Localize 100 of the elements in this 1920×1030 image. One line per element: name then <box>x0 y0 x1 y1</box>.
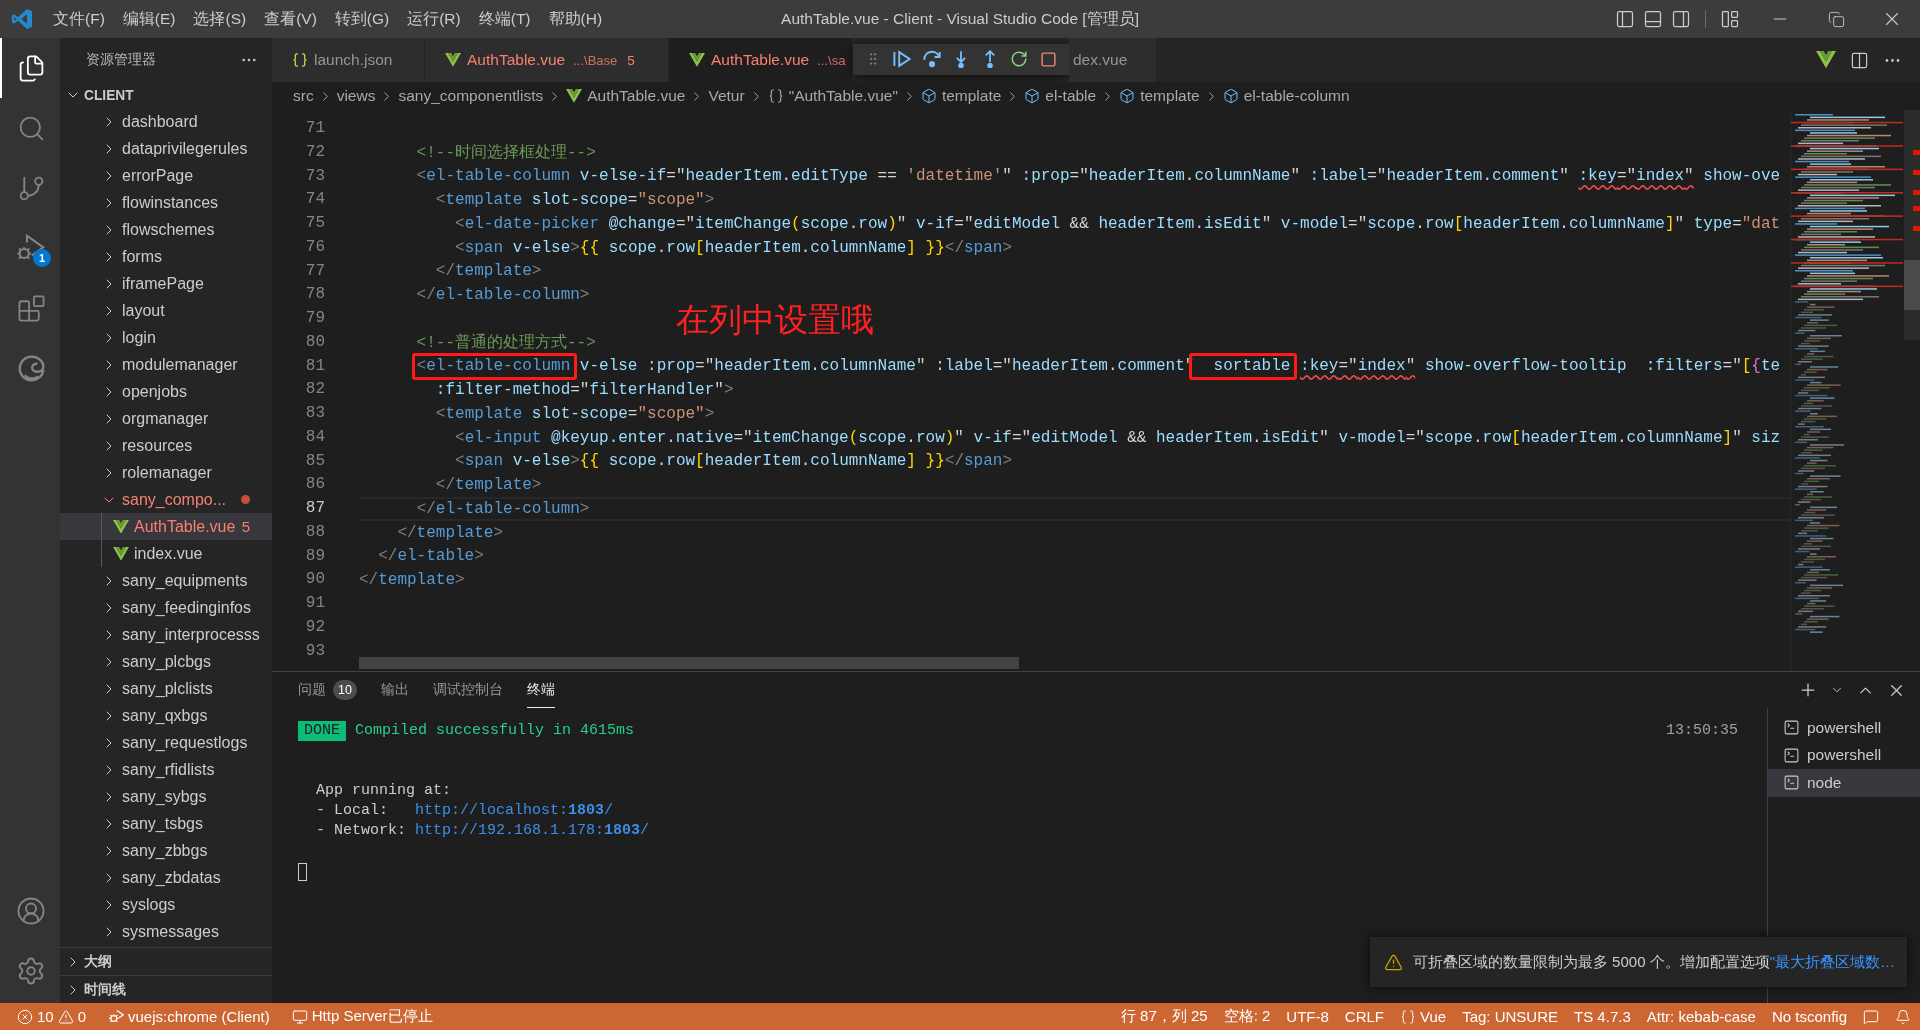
tree-item[interactable]: sany_tsbgs <box>60 810 272 837</box>
left-panel-icon[interactable] <box>1615 9 1635 29</box>
panel-tab[interactable]: 终端 <box>526 672 555 708</box>
line-number: 73 <box>304 165 325 187</box>
tree-item[interactable]: dataprivilegerules <box>60 135 272 162</box>
tree-item[interactable]: orgmanager <box>60 405 272 432</box>
editor-tab[interactable]: AuthTable.vue ...\sa <box>669 38 853 82</box>
line-number: 85 <box>304 450 325 472</box>
tree-item[interactable]: sysmessages <box>60 918 272 945</box>
panel-tab[interactable]: 问题 10 <box>298 672 357 708</box>
tree-item[interactable]: modulemanager <box>60 351 272 378</box>
chat-icon[interactable] <box>1863 1008 1879 1025</box>
menu-item[interactable]: 转到(G) <box>325 0 399 38</box>
editor-tab[interactable]: launch.json <box>272 38 425 82</box>
app-logo-icon[interactable] <box>11 8 33 30</box>
breadcrumb-item[interactable]: AuthTable.vue <box>566 87 686 105</box>
breadcrumb-item[interactable]: Vetur <box>708 87 745 105</box>
tree-item[interactable]: sany_equipments <box>60 567 272 594</box>
v-logo-icon <box>566 89 583 103</box>
restore-icon[interactable] <box>1827 10 1845 28</box>
tree-item[interactable]: sany_interprocesss <box>60 621 272 648</box>
tree-item[interactable]: errorPage <box>60 162 272 189</box>
status-bar-item[interactable]: No tsconfig <box>1766 1003 1852 1030</box>
square-icon[interactable] <box>1039 50 1057 68</box>
line-number: 77 <box>304 260 325 282</box>
breadcrumb-item[interactable]: template <box>1119 87 1200 105</box>
bottom-panel-icon[interactable] <box>1643 9 1663 29</box>
v-logo-icon[interactable] <box>1816 51 1836 69</box>
grid-layout-icon[interactable] <box>1720 9 1740 29</box>
menu-item[interactable]: 选择(S) <box>184 0 256 38</box>
breadcrumb-item[interactable]: template <box>920 87 1002 105</box>
activity-bar-item[interactable]: 1 <box>0 218 60 278</box>
breadcrumb-item[interactable]: el-table <box>1024 87 1097 105</box>
status-bar-item[interactable]: CRLF <box>1339 1003 1390 1030</box>
section-header[interactable]: CLIENT <box>60 82 272 108</box>
curved-arrow-dot-icon[interactable] <box>923 50 942 68</box>
problems-status[interactable]: 10 0 <box>12 1003 92 1030</box>
tree-item[interactable]: sany_plcbgs <box>60 648 272 675</box>
menu-item[interactable]: 查看(V) <box>255 0 326 38</box>
menu-item[interactable]: 帮助(H) <box>539 0 612 38</box>
code-line: <el-input @keyup.enter.native="itemChange(scope.row)" v-if="editModel && headerItem.isEdit" v-model="scope.row[headerItem.columnName]" siz <box>455 428 1781 447</box>
circular-arrow-icon[interactable] <box>1009 50 1028 68</box>
horizontal-scrollbar[interactable] <box>359 657 1019 669</box>
tree-item[interactable]: sany_requestlogs <box>60 729 272 756</box>
status-bar-item[interactable]: Vue <box>1395 1003 1452 1030</box>
tree-item[interactable]: dashboard <box>60 108 272 135</box>
breadcrumb-item[interactable]: sany_componentlists <box>398 87 544 105</box>
terminal-list-item[interactable]: powershell <box>1768 714 1920 742</box>
status-bar-item[interactable]: TS 4.7.3 <box>1569 1003 1636 1030</box>
tree-item[interactable]: sany_plclists <box>60 675 272 702</box>
tree-item[interactable]: AuthTable.vue 5 <box>60 513 272 540</box>
tree-item[interactable]: layout <box>60 297 272 324</box>
breadcrumb-item[interactable]: views <box>336 87 376 105</box>
status-bar-item[interactable]: Http Server已停止 <box>286 1003 438 1030</box>
status-bar-item[interactable]: 空格: 2 <box>1218 1003 1276 1030</box>
menu-item[interactable]: 运行(R) <box>398 0 470 38</box>
status-bar-item[interactable]: UTF-8 <box>1281 1003 1334 1030</box>
menu-item[interactable]: 文件(F) <box>44 0 114 38</box>
tree-item[interactable]: forms <box>60 243 272 270</box>
line-number: 91 <box>304 593 325 614</box>
panel-tab[interactable]: 调试控制台 <box>432 672 503 708</box>
menu-item[interactable]: 终端(T) <box>469 0 540 38</box>
bar-play-icon[interactable] <box>893 50 912 68</box>
breadcrumb-item[interactable]: src <box>293 87 314 105</box>
status-bar-item[interactable]: 行 87，列 25 <box>1115 1003 1213 1030</box>
tree-item[interactable]: flowschemes <box>60 216 272 243</box>
status-bar-item[interactable]: vuejs:chrome (Client) <box>103 1003 275 1030</box>
tree-item[interactable]: flowinstances <box>60 189 272 216</box>
line-number: 84 <box>304 426 325 448</box>
bell-icon[interactable] <box>1895 1008 1911 1025</box>
tree-item[interactable]: syslogs <box>60 891 272 918</box>
tree-item[interactable]: sany_zbbgs <box>60 837 272 864</box>
status-bar-item[interactable]: Attr: kebab-case <box>1641 1003 1761 1030</box>
tree-item[interactable]: sany_zbdatas <box>60 864 272 891</box>
settings-link[interactable]: "最大折叠区域数… <box>1769 952 1895 970</box>
tree-item[interactable]: sany_compo... <box>60 486 272 513</box>
columns-icon[interactable] <box>1850 50 1869 70</box>
editor-tab[interactable]: dex.vue <box>1069 38 1157 82</box>
tree-item[interactable]: rolemanager <box>60 459 272 486</box>
right-panel-icon[interactable] <box>1671 9 1691 29</box>
terminal-list-item[interactable]: node <box>1768 769 1920 797</box>
terminal-link[interactable]: http://localhost:1803/ <box>415 802 614 819</box>
line-number: 79 <box>304 308 325 329</box>
status-bar-item[interactable]: Tag: UNSURE <box>1457 1003 1564 1030</box>
terminal-list-item[interactable]: powershell <box>1768 741 1920 769</box>
tree-item[interactable]: sany_feedinginfos <box>60 594 272 621</box>
tree-item[interactable]: iframePage <box>60 270 272 297</box>
panel-tab[interactable]: 输出 <box>380 672 409 708</box>
tree-item[interactable]: login <box>60 324 272 351</box>
tree-item[interactable]: sany_rfidlists <box>60 756 272 783</box>
tree-item[interactable]: sany_sybgs <box>60 783 272 810</box>
editor-tab[interactable]: AuthTable.vue ...\Base 5 <box>425 38 669 82</box>
menu-item[interactable]: 编辑(E) <box>113 0 185 38</box>
tree-item[interactable]: openjobs <box>60 378 272 405</box>
breadcrumb-item[interactable]: "AuthTable.vue" <box>767 87 898 105</box>
tree-item[interactable]: sany_qxbgs <box>60 702 272 729</box>
terminal-link[interactable]: http://192.168.1.178:1803/ <box>415 822 650 839</box>
breadcrumb-item[interactable]: el-table-column <box>1222 87 1350 105</box>
line-number: 78 <box>304 284 325 306</box>
tree-item[interactable]: resources <box>60 432 272 459</box>
